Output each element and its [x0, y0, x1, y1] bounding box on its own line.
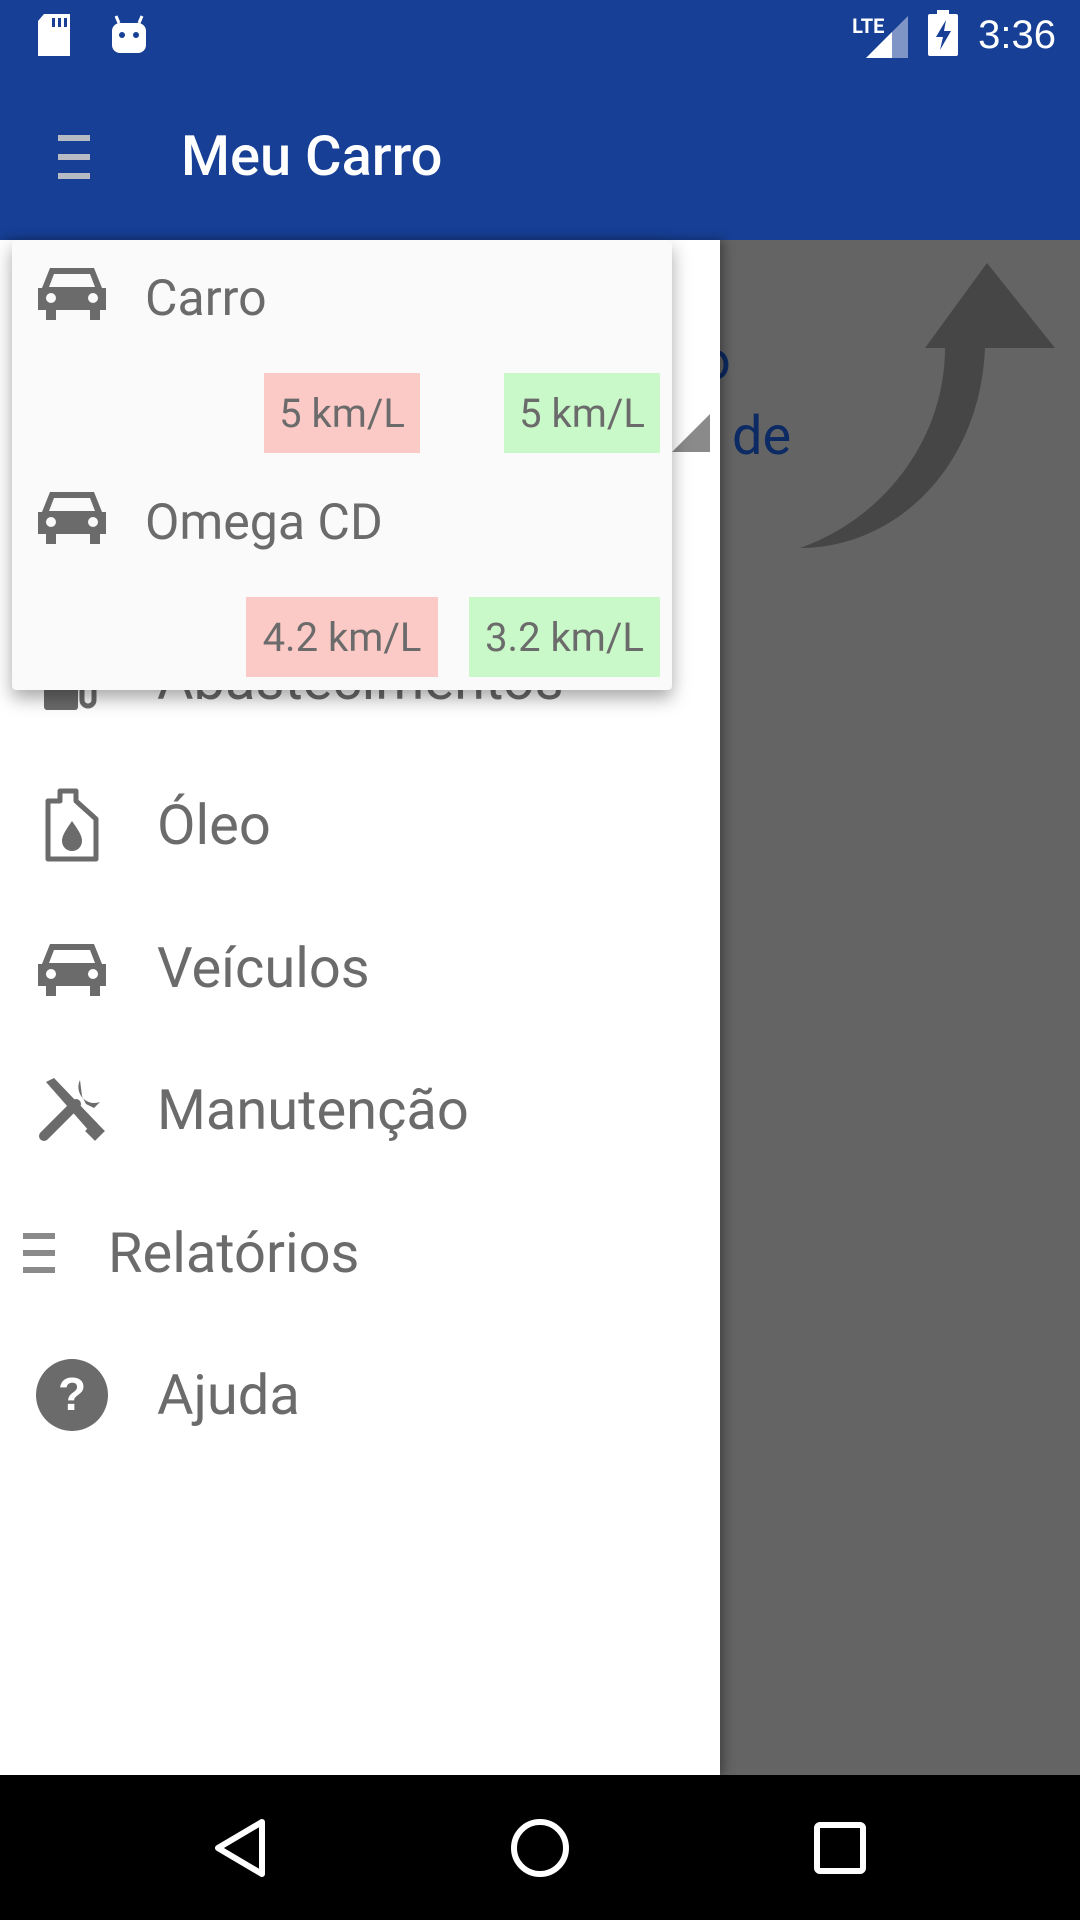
menu-icon[interactable]	[58, 135, 90, 179]
vehicle-name: Carro	[145, 270, 267, 328]
recents-icon	[814, 1821, 866, 1874]
status-bar: LTE 3:36	[0, 0, 1080, 75]
drawer-item-label: Manutenção	[157, 1077, 469, 1143]
drawer-item-label: Ajuda	[157, 1362, 300, 1428]
vehicle-option-carro[interactable]: Carro	[12, 240, 672, 350]
drawer-item-label: Relatórios	[108, 1220, 360, 1286]
consumption-badge-red: 5 km/L	[264, 373, 420, 453]
app-bar: Meu Carro	[0, 75, 1080, 240]
list-icon	[22, 1217, 56, 1289]
back-icon	[215, 1818, 265, 1877]
home-icon	[511, 1818, 569, 1877]
car-icon	[36, 262, 108, 334]
sd-card-icon	[36, 14, 72, 60]
drawer-item-relatorios[interactable]: Relatórios	[0, 1198, 720, 1308]
system-nav-bar	[0, 1775, 1080, 1920]
curved-arrow-icon	[800, 263, 1055, 548]
car-icon	[36, 932, 108, 1004]
drawer-item-oleo[interactable]: Óleo	[0, 770, 720, 880]
help-icon: ?	[36, 1359, 108, 1431]
battery-charging-icon	[928, 10, 959, 60]
vehicle-name: Omega CD	[145, 494, 383, 552]
oil-bottle-icon	[36, 788, 108, 862]
tools-icon	[36, 1074, 108, 1146]
signal-icon: LTE	[852, 12, 909, 58]
drawer-item-manutencao[interactable]: Manutenção	[0, 1055, 720, 1165]
drawer-item-veiculos[interactable]: Veículos	[0, 913, 720, 1023]
status-system: LTE 3:36	[852, 10, 1056, 60]
app-title: Meu Carro	[181, 123, 443, 189]
main-hint-text-2: de	[732, 405, 792, 468]
home-button[interactable]	[480, 1775, 600, 1920]
vehicle-option-omega-cd[interactable]: Omega CD	[12, 464, 672, 574]
vehicle-dropdown: Carro 5 km/L 5 km/L Omega CD 4.2 km/L 3.…	[12, 240, 672, 690]
consumption-badge-green: 5 km/L	[504, 373, 660, 453]
clock: 3:36	[978, 12, 1056, 57]
vehicle-spinner-arrow-icon[interactable]	[672, 414, 710, 452]
recents-button[interactable]	[780, 1775, 900, 1920]
drawer-item-ajuda[interactable]: ? Ajuda	[0, 1340, 720, 1450]
back-button[interactable]	[180, 1775, 300, 1920]
consumption-badge-green: 3.2 km/L	[469, 597, 660, 677]
drawer-item-label: Veículos	[157, 935, 370, 1001]
android-debug-icon	[110, 15, 148, 59]
svg-text:?: ?	[58, 1368, 86, 1420]
consumption-badge-red: 4.2 km/L	[246, 597, 438, 677]
car-icon	[36, 486, 108, 558]
status-notifications	[36, 14, 148, 60]
drawer-item-label: Óleo	[157, 792, 271, 858]
